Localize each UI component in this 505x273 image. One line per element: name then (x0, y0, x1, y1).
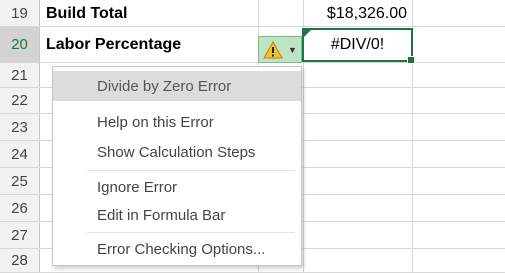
chevron-down-icon: ▼ (288, 44, 297, 55)
row-header[interactable]: 20 (0, 27, 40, 62)
menu-item-edit-in-formula-bar[interactable]: Edit in Formula Bar (53, 200, 301, 230)
cell-build-total-value[interactable]: $18,326.00 (303, 0, 411, 27)
menu-header-divide-by-zero: Divide by Zero Error (53, 71, 301, 101)
active-cell[interactable]: #DIV/0! (302, 28, 415, 64)
menu-item-error-checking-options[interactable]: Error Checking Options... (53, 234, 301, 264)
error-value: #DIV/0! (330, 36, 385, 53)
warning-icon (263, 40, 283, 58)
fill-handle[interactable] (407, 56, 415, 64)
row-header[interactable]: 28 (0, 249, 40, 272)
error-smart-tag-button[interactable]: ▼ (258, 36, 302, 63)
cell-label-labor-percentage[interactable]: Labor Percentage (46, 27, 181, 63)
row-header[interactable]: 22 (0, 88, 40, 113)
row-header[interactable]: 19 (0, 0, 40, 26)
menu-separator (87, 170, 295, 171)
row-header[interactable]: 23 (0, 114, 40, 140)
menu-item-help-on-error[interactable]: Help on this Error (53, 107, 301, 137)
menu-item-show-calculation-steps[interactable]: Show Calculation Steps (53, 137, 301, 167)
row-header[interactable]: 26 (0, 195, 40, 221)
cell-label-build-total[interactable]: Build Total (46, 0, 127, 27)
error-indicator-icon (304, 30, 311, 37)
row-19: 19 Build Total $18,326.00 (0, 0, 505, 27)
menu-separator (87, 232, 295, 233)
menu-item-ignore-error[interactable]: Ignore Error (53, 172, 301, 202)
row-header[interactable]: 21 (0, 63, 40, 87)
row-header[interactable]: 27 (0, 222, 40, 248)
row-header[interactable]: 24 (0, 141, 40, 167)
row-header[interactable]: 25 (0, 168, 40, 194)
row-20: 20 Labor Percentage (0, 27, 505, 63)
error-context-menu: Divide by Zero Error Help on this Error … (52, 66, 302, 266)
